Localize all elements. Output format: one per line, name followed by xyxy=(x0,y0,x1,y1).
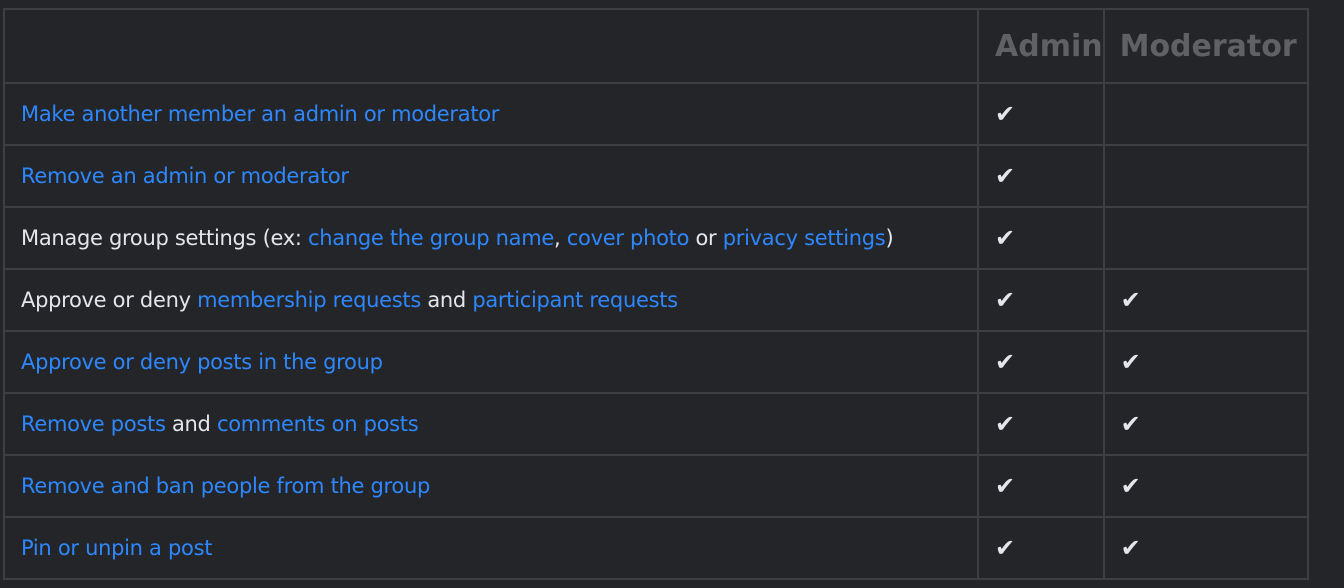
admin-cell: ✔ xyxy=(977,516,1105,580)
admin-cell: ✔ xyxy=(977,268,1105,332)
permission-link[interactable]: Approve or deny posts in the group xyxy=(21,350,383,374)
permission-link[interactable]: change the group name xyxy=(308,226,554,250)
permission-link[interactable]: Remove posts xyxy=(21,412,166,436)
permission-text: Approve or deny xyxy=(21,288,198,312)
checkmark-icon: ✔ xyxy=(995,286,1016,314)
admin-cell: ✔ xyxy=(977,144,1105,208)
permission-description: Approve or deny membership requests and … xyxy=(3,268,979,332)
permission-link[interactable]: comments on posts xyxy=(217,412,419,436)
checkmark-icon: ✔ xyxy=(995,472,1016,500)
admin-cell: ✔ xyxy=(977,454,1105,518)
header-description xyxy=(3,8,979,84)
permission-text: , xyxy=(554,226,567,250)
checkmark-icon: ✔ xyxy=(995,534,1016,562)
permission-description: Remove an admin or moderator xyxy=(3,144,979,208)
header-row: Admin Moderator xyxy=(3,8,1309,84)
moderator-cell xyxy=(1102,144,1309,208)
admin-cell: ✔ xyxy=(977,392,1105,456)
permission-text: or xyxy=(689,226,723,250)
admin-cell: ✔ xyxy=(977,330,1105,394)
checkmark-icon: ✔ xyxy=(995,224,1016,252)
table-row: Manage group settings (ex: change the gr… xyxy=(3,206,1309,270)
checkmark-icon: ✔ xyxy=(995,410,1016,438)
permission-description: Remove posts and comments on posts xyxy=(3,392,979,456)
permission-text: and xyxy=(420,288,473,312)
permission-text: and xyxy=(165,412,217,436)
moderator-cell xyxy=(1102,82,1309,146)
table-row: Make another member an admin or moderato… xyxy=(3,82,1309,146)
moderator-cell: ✔ xyxy=(1102,268,1309,332)
checkmark-icon: ✔ xyxy=(1120,534,1141,562)
table-row: Approve or deny membership requests and … xyxy=(3,268,1309,332)
permission-link[interactable]: cover photo xyxy=(567,226,690,250)
permission-link[interactable]: Remove an admin or moderator xyxy=(21,164,349,188)
header-moderator: Moderator xyxy=(1102,8,1309,84)
admin-cell: ✔ xyxy=(977,82,1105,146)
header-admin: Admin xyxy=(977,8,1105,84)
table-row: Remove an admin or moderator ✔ xyxy=(3,144,1309,208)
permission-text: ) xyxy=(885,226,894,250)
moderator-cell: ✔ xyxy=(1102,516,1309,580)
checkmark-icon: ✔ xyxy=(1120,286,1141,314)
permission-link[interactable]: Remove and ban people from the group xyxy=(21,474,430,498)
permission-description: Remove and ban people from the group xyxy=(3,454,979,518)
checkmark-icon: ✔ xyxy=(995,100,1016,128)
moderator-cell: ✔ xyxy=(1102,330,1309,394)
permission-description: Approve or deny posts in the group xyxy=(3,330,979,394)
permission-text: Manage group settings (ex: xyxy=(21,226,308,250)
moderator-cell: ✔ xyxy=(1102,392,1309,456)
moderator-cell xyxy=(1102,206,1309,270)
permission-description: Pin or unpin a post xyxy=(3,516,979,580)
permission-link[interactable]: privacy settings xyxy=(723,226,886,250)
checkmark-icon: ✔ xyxy=(1120,472,1141,500)
checkmark-icon: ✔ xyxy=(1120,348,1141,376)
permission-link[interactable]: participant requests xyxy=(472,288,678,312)
permission-description: Make another member an admin or moderato… xyxy=(3,82,979,146)
permission-link[interactable]: Pin or unpin a post xyxy=(21,536,212,560)
permissions-body: Make another member an admin or moderato… xyxy=(3,82,1309,580)
checkmark-icon: ✔ xyxy=(995,162,1016,190)
table-row: Remove posts and comments on posts ✔ ✔ xyxy=(3,392,1309,456)
permission-description: Manage group settings (ex: change the gr… xyxy=(3,206,979,270)
table-row: Pin or unpin a post ✔ ✔ xyxy=(3,516,1309,580)
admin-cell: ✔ xyxy=(977,206,1105,270)
checkmark-icon: ✔ xyxy=(995,348,1016,376)
permissions-table: Admin Moderator Make another member an a… xyxy=(3,8,1309,580)
checkmark-icon: ✔ xyxy=(1120,410,1141,438)
moderator-cell: ✔ xyxy=(1102,454,1309,518)
table-row: Approve or deny posts in the group ✔ ✔ xyxy=(3,330,1309,394)
permission-link[interactable]: Make another member an admin or moderato… xyxy=(21,102,499,126)
table-row: Remove and ban people from the group ✔ ✔ xyxy=(3,454,1309,518)
permission-link[interactable]: membership requests xyxy=(197,288,421,312)
